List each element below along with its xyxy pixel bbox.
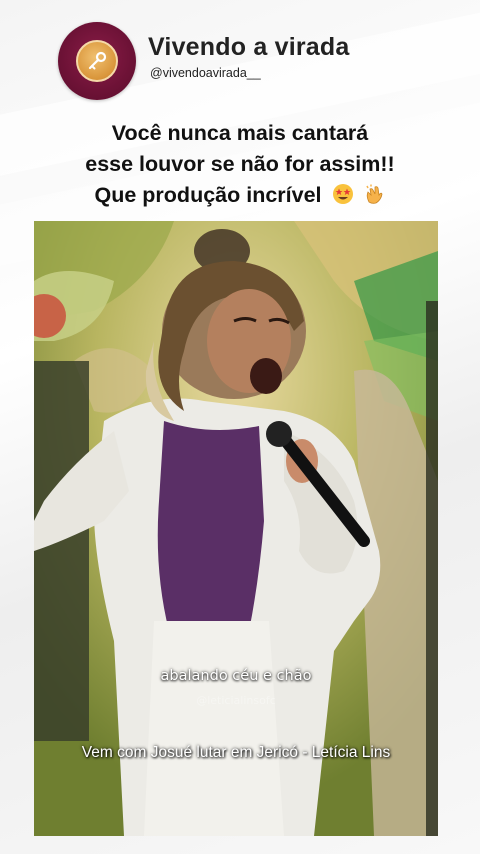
clapping-hands-emoji-icon — [363, 183, 385, 214]
profile-header: Vivendo a virada @vivendoavirada__ — [58, 22, 349, 100]
headline-line: Que produção incrível — [94, 183, 322, 207]
profile-handle: @vivendoavirada__ — [150, 65, 261, 80]
profile-info: Vivendo a virada @vivendoavirada__ — [148, 33, 349, 80]
lyric-caption: abalando céu e chão — [160, 668, 312, 684]
headline-line: Você nunca mais cantará — [111, 121, 369, 145]
star-struck-emoji-icon — [332, 183, 354, 214]
song-caption: Vem com Josué lutar em Jericó - Letícia … — [81, 744, 391, 761]
profile-logo[interactable] — [58, 22, 136, 100]
key-icon — [76, 40, 118, 82]
post-headline: Você nunca mais cantará esse louvor se n… — [0, 118, 480, 214]
video-player[interactable]: abalando céu e chão @leticialinsofc Vem … — [34, 221, 438, 836]
headline-line: esse louvor se não for assim!! — [85, 152, 395, 176]
profile-name: Vivendo a virada — [148, 32, 350, 61]
video-watermark: @leticialinsofc — [196, 694, 276, 707]
